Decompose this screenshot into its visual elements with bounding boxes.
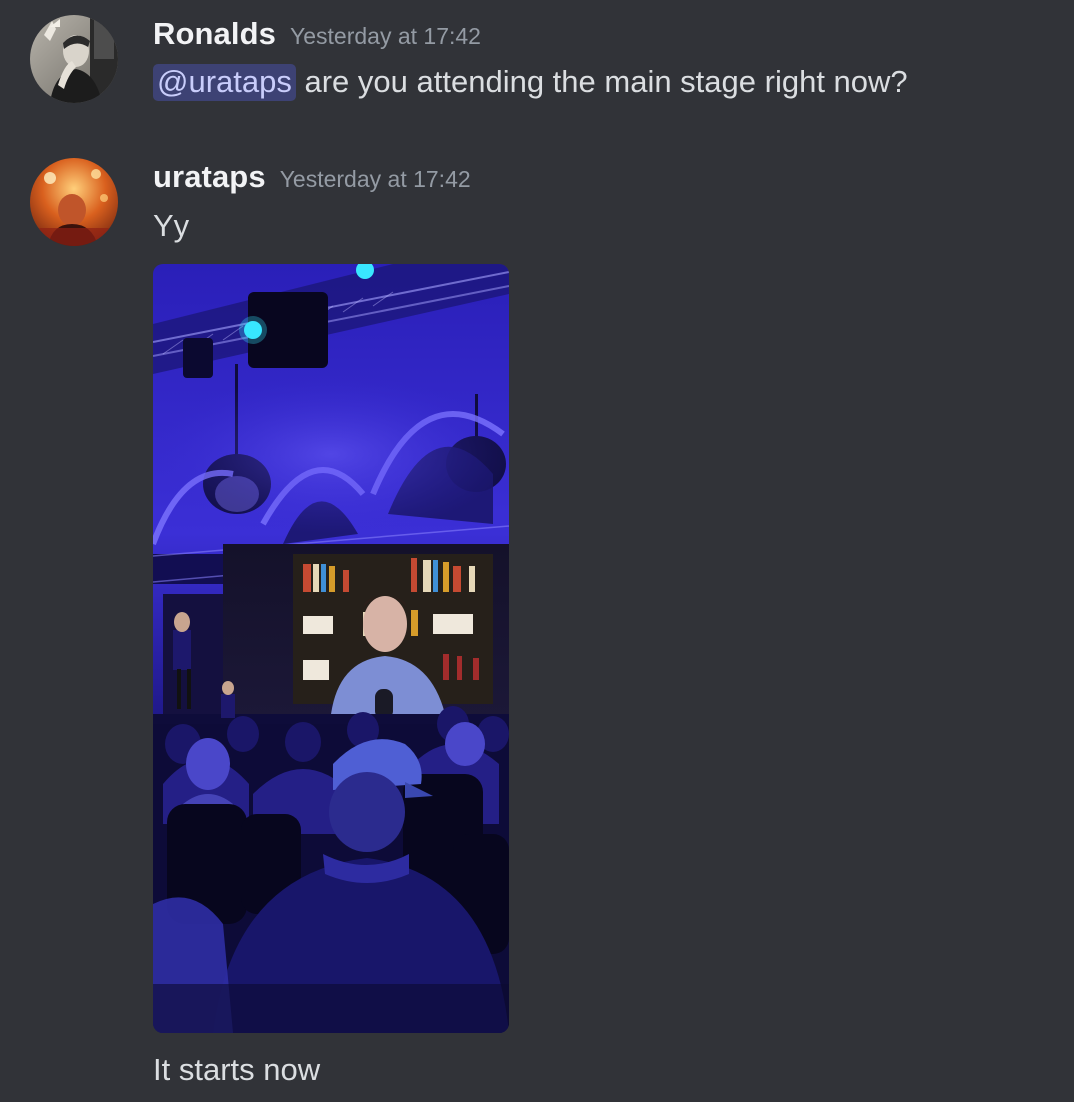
avatar-urataps-image xyxy=(30,158,118,246)
image-attachment[interactable] xyxy=(153,264,509,1033)
conference-stage-photo xyxy=(153,264,509,1033)
username[interactable]: urataps xyxy=(153,159,266,194)
user-mention[interactable]: @urataps xyxy=(153,64,296,101)
message-header: urataps Yesterday at 17:42 xyxy=(153,159,471,195)
avatar[interactable] xyxy=(30,158,118,246)
timestamp: Yesterday at 17:42 xyxy=(279,166,471,192)
chat-message-list: Ronalds Yesterday at 17:42 @urataps are y… xyxy=(0,0,1074,1102)
message-content: @urataps are you attending the main stag… xyxy=(153,64,908,101)
timestamp: Yesterday at 17:42 xyxy=(290,23,481,49)
message-text: Yy xyxy=(153,208,190,243)
avatar-ronalds-image xyxy=(30,15,118,103)
message-header: Ronalds Yesterday at 17:42 xyxy=(153,16,481,52)
avatar[interactable] xyxy=(30,15,118,103)
message-text: are you attending the main stage right n… xyxy=(295,64,908,99)
message-text: It starts now xyxy=(153,1052,321,1087)
username[interactable]: Ronalds xyxy=(153,16,276,51)
